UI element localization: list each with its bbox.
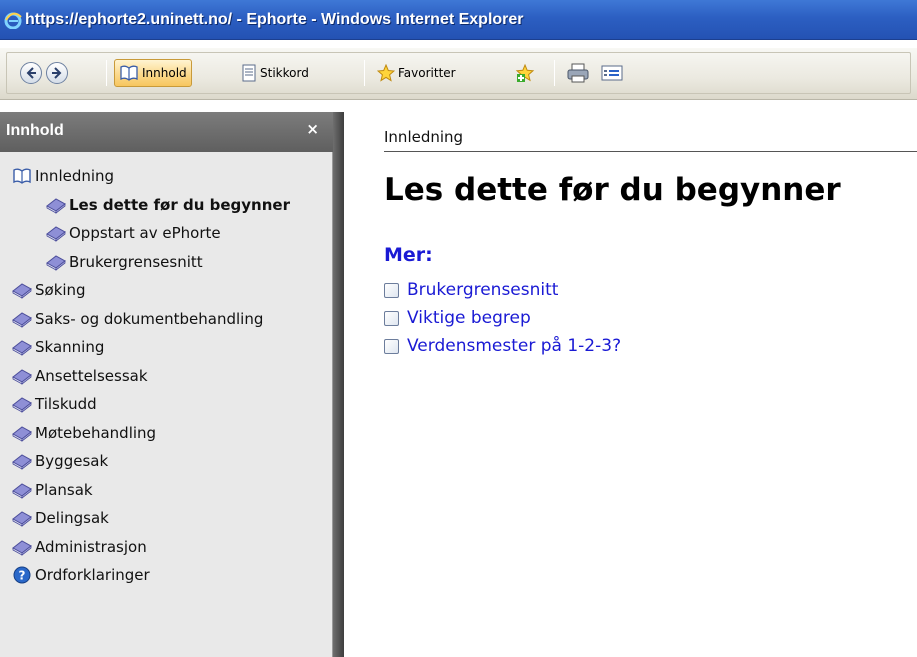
tree-item-label: Møtebehandling bbox=[35, 423, 157, 442]
help-icon: ? bbox=[12, 565, 32, 585]
book-icon bbox=[12, 508, 32, 528]
tree-item[interactable]: Plansak bbox=[0, 476, 333, 505]
tree-item[interactable]: Saks- og dokumentbehandling bbox=[0, 305, 333, 334]
contents-pane-title: Innhold bbox=[6, 122, 64, 139]
tree-item[interactable]: Søking bbox=[0, 276, 333, 305]
tree-item-label: Ansettelsessak bbox=[35, 366, 148, 385]
print-button[interactable] bbox=[562, 59, 594, 87]
contents-tab-label: Innhold bbox=[142, 66, 187, 80]
tree-item-label: Byggesak bbox=[35, 452, 109, 471]
contents-pane: Innhold × Innledning Les dette før du beg… bbox=[0, 112, 333, 657]
svg-text:?: ? bbox=[19, 569, 26, 583]
related-link-item[interactable]: Viktige begrep bbox=[384, 304, 621, 332]
related-link-item[interactable]: Brukergrensesnitt bbox=[384, 276, 621, 304]
tree-item[interactable]: Byggesak bbox=[0, 447, 333, 476]
tree-item[interactable]: Brukergrensesnitt bbox=[0, 248, 333, 277]
tree-item-label: Les dette før du begynner bbox=[69, 195, 290, 214]
book-icon bbox=[46, 195, 66, 215]
tree-item-label: Saks- og dokumentbehandling bbox=[35, 309, 264, 328]
star-icon bbox=[377, 64, 395, 82]
tree-item[interactable]: Innledning bbox=[0, 162, 333, 191]
internet-explorer-icon bbox=[4, 12, 22, 29]
tree-item[interactable]: Møtebehandling bbox=[0, 419, 333, 448]
book-icon bbox=[12, 337, 32, 357]
open-book-icon bbox=[120, 65, 138, 81]
book-icon bbox=[12, 280, 32, 300]
forward-arrow-icon bbox=[52, 67, 62, 79]
add-favorite-icon bbox=[515, 63, 535, 82]
toolbar-separator bbox=[364, 60, 365, 86]
tree-item-label: Oppstart av ePhorte bbox=[69, 224, 221, 243]
contents-tree: Innledning Les dette før du begynner Oppst… bbox=[0, 162, 333, 590]
open-book-icon bbox=[12, 166, 32, 186]
book-icon bbox=[12, 366, 32, 386]
contents-pane-header: Innhold × bbox=[0, 112, 333, 152]
book-icon bbox=[12, 423, 32, 443]
tree-item-label: Administrasjon bbox=[35, 537, 147, 556]
tree-item-label: Delingsak bbox=[35, 509, 109, 528]
related-link[interactable]: Verdensmester på 1-2-3? bbox=[407, 336, 621, 356]
tree-item[interactable]: ? Ordforklaringer bbox=[0, 561, 333, 590]
index-tab-button[interactable]: Stikkord bbox=[236, 59, 314, 87]
pane-splitter[interactable] bbox=[333, 112, 344, 657]
forward-button[interactable] bbox=[46, 62, 68, 84]
index-tab-label: Stikkord bbox=[260, 66, 309, 80]
contents-tab-button[interactable]: Innhold bbox=[114, 59, 192, 87]
tree-item[interactable]: Les dette før du begynner bbox=[0, 191, 333, 220]
tree-item-label: Innledning bbox=[35, 167, 115, 186]
tree-item-label: Plansak bbox=[35, 480, 93, 499]
tree-item-label: Skanning bbox=[35, 338, 105, 357]
tree-item[interactable]: Delingsak bbox=[0, 504, 333, 533]
breadcrumb[interactable]: Innledning bbox=[384, 128, 463, 146]
toolbar-separator bbox=[106, 60, 107, 86]
tree-item-label: Ordforklaringer bbox=[35, 566, 150, 585]
options-icon bbox=[601, 65, 623, 81]
topic-page-icon bbox=[384, 310, 399, 326]
tree-item[interactable]: Administrasjon bbox=[0, 533, 333, 562]
close-icon[interactable]: × bbox=[306, 120, 319, 138]
tree-item-label: Søking bbox=[35, 281, 86, 300]
favorites-tab-label: Favoritter bbox=[398, 66, 456, 80]
back-button[interactable] bbox=[20, 62, 42, 84]
tree-item[interactable]: Oppstart av ePhorte bbox=[0, 219, 333, 248]
back-arrow-icon bbox=[26, 67, 36, 79]
help-toolbar: Innhold Stikkord Favoritter bbox=[0, 48, 917, 100]
related-link[interactable]: Brukergrensesnitt bbox=[407, 280, 558, 300]
book-icon bbox=[12, 394, 32, 414]
tree-item[interactable]: Tilskudd bbox=[0, 390, 333, 419]
tree-item-label: Tilskudd bbox=[35, 395, 97, 414]
related-link-item[interactable]: Verdensmester på 1-2-3? bbox=[384, 332, 621, 360]
book-icon bbox=[12, 480, 32, 500]
book-icon bbox=[46, 252, 66, 272]
related-links: Brukergrensesnitt Viktige begrep Verdens… bbox=[384, 276, 621, 360]
topic-page-icon bbox=[384, 338, 399, 354]
book-icon bbox=[12, 309, 32, 329]
document-icon bbox=[242, 64, 256, 82]
printer-icon bbox=[567, 63, 589, 83]
related-link[interactable]: Viktige begrep bbox=[407, 308, 531, 328]
breadcrumb-divider bbox=[384, 151, 917, 152]
book-icon bbox=[12, 451, 32, 471]
tree-item[interactable]: Skanning bbox=[0, 333, 333, 362]
topic-content: Innledning Les dette før du begynner Mer… bbox=[344, 112, 917, 657]
options-button[interactable] bbox=[596, 59, 628, 87]
tree-item-label: Brukergrensesnitt bbox=[69, 252, 203, 271]
favorites-tab-button[interactable]: Favoritter bbox=[372, 59, 461, 87]
book-icon bbox=[12, 537, 32, 557]
window-title-bar: https://ephorte2.uninett.no/ - Ephorte -… bbox=[0, 0, 917, 40]
topic-page-icon bbox=[384, 282, 399, 298]
window-title: https://ephorte2.uninett.no/ - Ephorte -… bbox=[25, 10, 524, 28]
book-icon bbox=[46, 223, 66, 243]
tree-item[interactable]: Ansettelsessak bbox=[0, 362, 333, 391]
page-title: Les dette før du begynner bbox=[384, 172, 841, 208]
add-favorite-button[interactable] bbox=[510, 59, 540, 87]
toolbar-separator bbox=[554, 60, 555, 86]
more-heading: Mer: bbox=[384, 244, 433, 266]
